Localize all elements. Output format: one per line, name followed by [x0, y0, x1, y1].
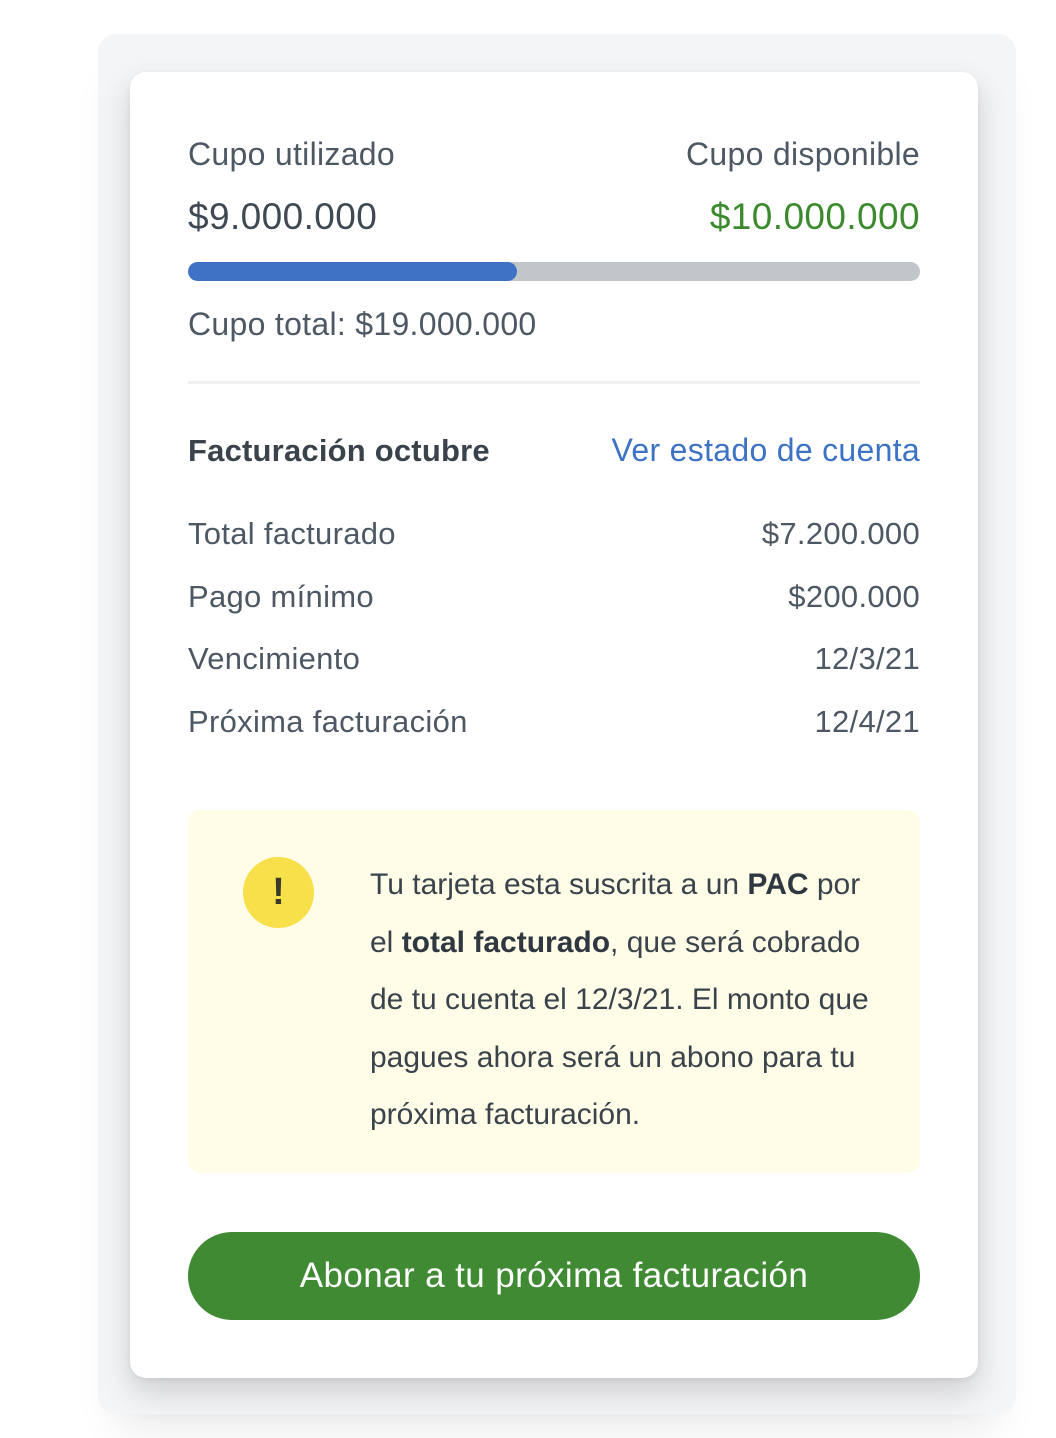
detail-row-total-billed: Total facturado $7.200.000: [188, 516, 920, 579]
detail-label: Pago mínimo: [188, 578, 374, 614]
detail-value: $200.000: [788, 578, 920, 614]
quota-progress-bar: [188, 262, 920, 281]
total-quota: Cupo total: $19.000.000: [188, 306, 537, 342]
available-quota-label: Cupo disponible: [686, 136, 920, 172]
pay-next-billing-button[interactable]: Abonar a tu próxima facturación: [188, 1232, 920, 1320]
detail-label: Total facturado: [188, 516, 396, 551]
detail-label: Próxima facturación: [188, 703, 468, 739]
detail-row-next-billing: Próxima facturación 12/4/21: [188, 704, 920, 767]
detail-row-minimum-payment: Pago mínimo $200.000: [188, 579, 920, 642]
pac-alert-box: ! Tu tarjeta esta suscrita a un PAC por …: [188, 810, 920, 1173]
detail-value: 12/3/21: [814, 641, 920, 676]
alert-bold-total-billed: total facturado: [401, 925, 611, 959]
billing-header: Facturación octubre Ver estado de cuenta: [188, 432, 920, 469]
billing-details: Total facturado $7.200.000 Pago mínimo $…: [188, 516, 920, 766]
detail-value: $7.200.000: [761, 516, 920, 551]
detail-label: Vencimiento: [188, 641, 361, 676]
detail-row-due-date: Vencimiento 12/3/21: [188, 641, 920, 704]
alert-message: Tu tarjeta esta suscrita a un PAC por el…: [370, 856, 890, 1144]
alert-text-part: Tu tarjeta esta suscrita a un: [370, 868, 748, 901]
quota-labels: Cupo utilizado Cupo disponible: [188, 136, 920, 173]
view-statement-link[interactable]: Ver estado de cuenta: [612, 432, 920, 469]
detail-value: 12/4/21: [814, 703, 920, 739]
billing-title: Facturación octubre: [188, 433, 490, 468]
credit-card-summary: Cupo utilizado Cupo disponible $9.000.00…: [130, 72, 978, 1378]
quota-progress-fill: [188, 262, 518, 281]
alert-bold-pac: PAC: [747, 868, 809, 901]
available-quota-amount: $10.000.000: [709, 196, 920, 237]
quota-amounts: $9.000.000 $10.000.000: [188, 196, 920, 238]
exclamation-icon: !: [243, 857, 314, 928]
used-quota-label: Cupo utilizado: [188, 136, 395, 172]
used-quota-amount: $9.000.000: [188, 196, 378, 237]
divider: [188, 381, 920, 384]
